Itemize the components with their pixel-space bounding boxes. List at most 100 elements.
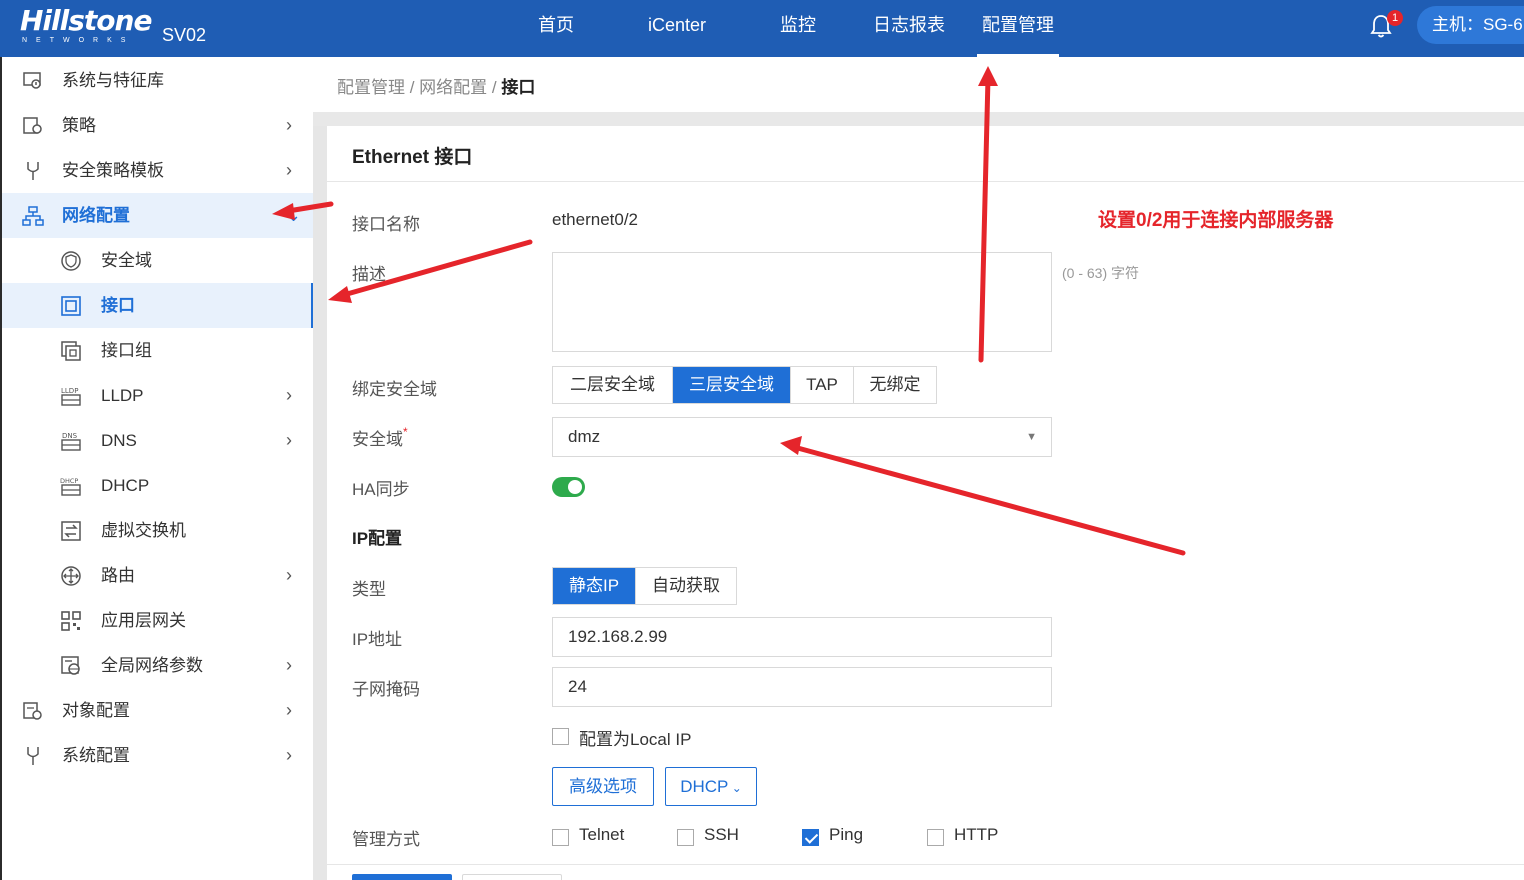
security-zone-label: 安全域*	[352, 425, 408, 450]
chevron-down-icon: ⌄	[728, 781, 742, 795]
bind-zone-label: 绑定安全域	[352, 380, 437, 399]
nav-home[interactable]: 首页	[520, 0, 592, 57]
dhcp-dropdown-button[interactable]: DHCP ⌄	[665, 767, 757, 806]
sidebar-item-label: DHCP	[101, 476, 150, 495]
sidebar-item-security-zone[interactable]: 安全域	[2, 238, 313, 283]
sidebar-item-virtual-switch[interactable]: 虚拟交换机	[2, 508, 313, 553]
ha-sync-label: HA同步	[352, 480, 410, 499]
sidebar-item-label: 应用层网关	[101, 611, 186, 630]
description-label: 描述	[352, 265, 386, 284]
alg-icon	[60, 610, 82, 632]
sidebar-item-system-config[interactable]: 系统配置 ›	[2, 733, 313, 778]
sidebar-item-lldp[interactable]: LLDP LLDP ›	[2, 373, 313, 418]
footer-divider	[327, 864, 1524, 865]
top-bar: Hillstone NETWORKS SV02 首页 iCenter 监控 日志…	[0, 0, 1524, 57]
global-params-icon	[60, 655, 82, 677]
confirm-button[interactable]	[352, 874, 452, 880]
sysconfig-icon	[22, 745, 44, 767]
sidebar: 系统与特征库 策略 › 安全策略模板 › 网络配置 ⌄ 安全域 接口 接口组 L…	[0, 57, 313, 880]
sidebar-item-label: 接口组	[101, 341, 152, 360]
nav-logs-reports[interactable]: 日志报表	[866, 0, 952, 57]
bind-zone-segmented: 二层安全域 三层安全域 TAP 无绑定	[552, 366, 937, 404]
nav-icenter[interactable]: iCenter	[636, 0, 718, 57]
zone-icon	[60, 250, 82, 272]
chevron-right-icon: ›	[286, 700, 292, 720]
breadcrumb-config-management[interactable]: 配置管理	[337, 78, 405, 97]
panel-divider	[327, 181, 1524, 182]
breadcrumb-separator: /	[405, 78, 420, 97]
policy-icon	[22, 115, 44, 137]
telnet-label: Telnet	[579, 825, 625, 844]
advanced-options-button[interactable]: 高级选项	[552, 767, 654, 806]
system-icon	[22, 70, 44, 92]
dns-icon: DNS	[60, 430, 82, 452]
ping-label: Ping	[829, 825, 864, 844]
bind-l2-zone-option[interactable]: 二层安全域	[553, 367, 673, 403]
bind-l3-zone-option[interactable]: 三层安全域	[673, 367, 791, 403]
static-ip-option[interactable]: 静态IP	[553, 568, 636, 604]
sidebar-item-global-params[interactable]: 全局网络参数 ›	[2, 643, 313, 688]
interface-group-icon	[60, 340, 82, 362]
sidebar-item-label: 安全策略模板	[62, 161, 164, 180]
telnet-checkbox[interactable]	[552, 829, 569, 846]
hillstone-logo[interactable]: Hillstone NETWORKS	[20, 6, 152, 46]
device-name: SV02	[162, 25, 207, 45]
host-selector[interactable]: 主机：SG-6	[1417, 6, 1524, 44]
nav-config-management[interactable]: 配置管理	[977, 0, 1059, 57]
sidebar-item-policy[interactable]: 策略 ›	[2, 103, 313, 148]
ip-config-section-title: IP配置	[352, 529, 403, 548]
sidebar-item-routing[interactable]: 路由 ›	[2, 553, 313, 598]
nav-monitor[interactable]: 监控	[762, 0, 834, 57]
chevron-right-icon: ›	[286, 745, 292, 765]
sidebar-divider	[313, 57, 327, 880]
ip-address-input[interactable]: 192.168.2.99	[552, 617, 1052, 657]
dhcp-icon: DHCP	[60, 475, 82, 497]
management-label: 管理方式	[352, 830, 420, 849]
ssh-label: SSH	[704, 825, 739, 844]
subnet-mask-label: 子网掩码	[352, 680, 420, 699]
sidebar-item-label: 接口	[101, 296, 135, 315]
ping-checkbox[interactable]	[802, 829, 819, 846]
sidebar-item-label: 安全域	[101, 251, 152, 270]
sidebar-item-label: 路由	[101, 566, 135, 585]
interface-name-label: 接口名称	[352, 215, 420, 234]
sidebar-item-label: 系统配置	[62, 746, 130, 765]
sidebar-item-object-config[interactable]: 对象配置 ›	[2, 688, 313, 733]
chevron-right-icon: ›	[286, 115, 292, 135]
sidebar-item-label: 全局网络参数	[101, 656, 203, 675]
http-checkbox[interactable]	[927, 829, 944, 846]
subnet-mask-input[interactable]: 24	[552, 667, 1052, 707]
lldp-icon: LLDP	[60, 385, 82, 407]
sidebar-item-system-signature[interactable]: 系统与特征库	[2, 58, 313, 103]
sidebar-item-dhcp[interactable]: DHCP DHCP	[2, 463, 313, 508]
object-icon	[22, 700, 44, 722]
sidebar-item-alg[interactable]: 应用层网关	[2, 598, 313, 643]
ip-type-segmented: 静态IP 自动获取	[552, 567, 737, 605]
sidebar-item-label: 系统与特征库	[62, 71, 164, 90]
ha-sync-toggle[interactable]	[552, 477, 585, 497]
route-icon	[60, 565, 82, 587]
chevron-right-icon: ›	[286, 430, 292, 450]
bind-none-option[interactable]: 无绑定	[854, 367, 936, 403]
ssh-checkbox[interactable]	[677, 829, 694, 846]
bind-tap-option[interactable]: TAP	[791, 367, 854, 403]
sidebar-item-interface[interactable]: 接口	[2, 283, 313, 328]
cancel-button[interactable]	[462, 874, 562, 880]
auto-obtain-option[interactable]: 自动获取	[636, 568, 736, 604]
sidebar-item-label: 对象配置	[62, 701, 130, 720]
interface-form-panel: Ethernet 接口 接口名称 ethernet0/2 描述 (0 - 63)…	[327, 126, 1524, 880]
svg-text:DHCP: DHCP	[60, 477, 78, 485]
breadcrumb-network-config[interactable]: 网络配置	[419, 78, 487, 97]
brand-sub: NETWORKS	[22, 37, 135, 44]
sidebar-item-interface-group[interactable]: 接口组	[2, 328, 313, 373]
sidebar-item-dns[interactable]: DNS DNS ›	[2, 418, 313, 463]
content-separator	[313, 112, 1524, 126]
ip-address-label: IP地址	[352, 630, 403, 649]
sidebar-item-security-template[interactable]: 安全策略模板 ›	[2, 148, 313, 193]
sidebar-item-label: DNS	[101, 431, 137, 450]
security-zone-select[interactable]: dmz ▼	[552, 417, 1052, 457]
description-textarea[interactable]	[552, 252, 1052, 352]
sidebar-item-label: 虚拟交换机	[101, 521, 186, 540]
sidebar-item-network-config[interactable]: 网络配置 ⌄	[2, 193, 313, 238]
local-ip-checkbox[interactable]	[552, 728, 569, 745]
